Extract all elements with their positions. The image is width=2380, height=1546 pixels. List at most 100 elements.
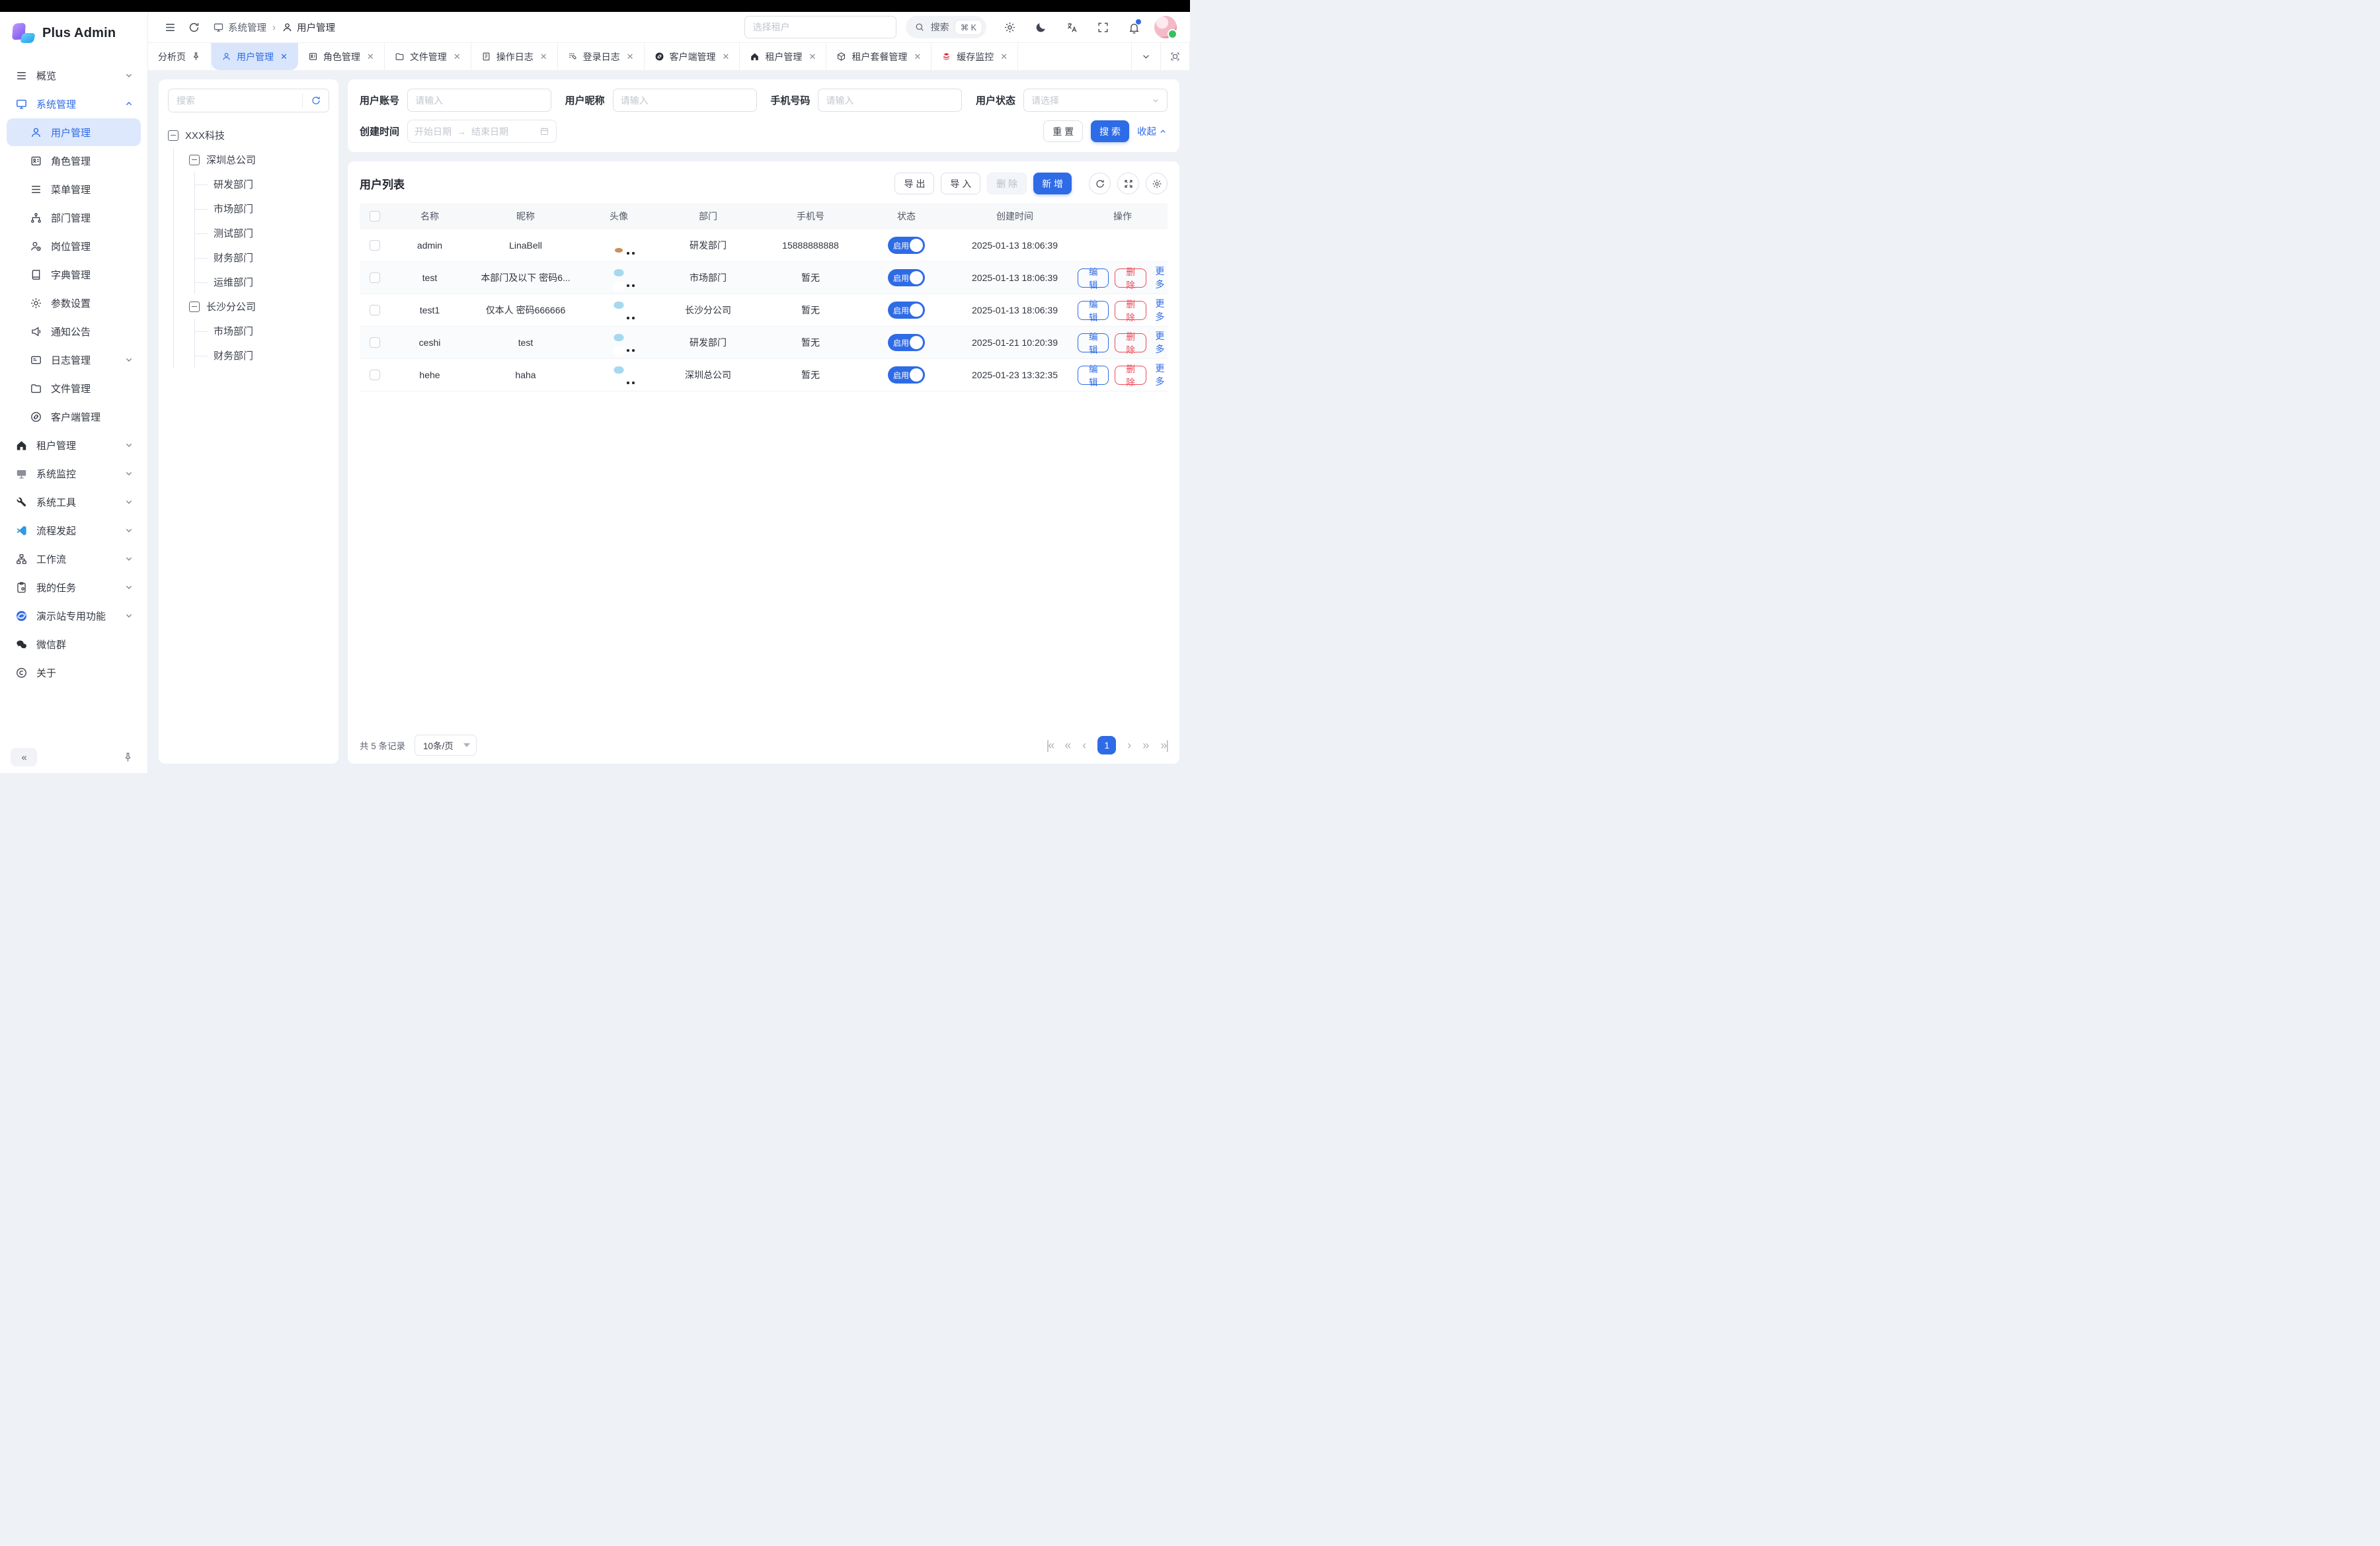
row-checkbox[interactable] (370, 370, 380, 380)
status-toggle[interactable]: 启用 (888, 366, 925, 384)
language-button[interactable] (1063, 19, 1080, 36)
account-input[interactable] (407, 89, 551, 112)
content-fullscreen-button[interactable] (1161, 43, 1190, 70)
sidebar-item-post-management[interactable]: 岗位管理 (7, 232, 141, 260)
sidebar-item-client-management[interactable]: 客户端管理 (7, 403, 141, 430)
tree-node-leaf[interactable]: 市场部门 (195, 319, 329, 343)
status-toggle[interactable]: 启用 (888, 302, 925, 319)
collapse-box-icon[interactable] (189, 155, 200, 165)
tree-node-leaf[interactable]: 市场部门 (195, 196, 329, 221)
close-icon[interactable]: ✕ (454, 52, 461, 62)
sidebar-item-about[interactable]: 关于 (7, 659, 141, 686)
edit-button[interactable]: 编 辑 (1078, 366, 1109, 385)
sidebar-pin-button[interactable] (118, 748, 137, 766)
prev-group-icon[interactable]: « (1064, 739, 1071, 751)
status-select[interactable]: 请选择 (1023, 89, 1168, 112)
row-checkbox[interactable] (370, 272, 380, 283)
sidebar-item-system-monitor[interactable]: 系统监控 (7, 460, 141, 487)
sidebar-item-wechat-group[interactable]: 微信群 (7, 630, 141, 658)
sidebar-item-system-management[interactable]: 系统管理 (7, 90, 141, 118)
edit-button[interactable]: 编 辑 (1078, 301, 1109, 320)
tree-node-branch[interactable]: 长沙分公司 (189, 294, 329, 319)
phone-input[interactable] (818, 89, 962, 112)
close-icon[interactable]: ✕ (809, 52, 816, 62)
tree-refresh-button[interactable] (302, 93, 329, 108)
last-page-icon[interactable]: »| (1160, 739, 1168, 751)
export-button[interactable]: 导 出 (894, 173, 934, 194)
prev-page-icon[interactable]: ‹ (1082, 739, 1086, 751)
close-icon[interactable]: ✕ (1000, 52, 1008, 62)
edit-button[interactable]: 编 辑 (1078, 333, 1109, 352)
close-icon[interactable]: ✕ (723, 52, 730, 62)
tab-client-management[interactable]: 客户端管理 ✕ (645, 43, 740, 70)
delete-button[interactable]: 删 除 (987, 173, 1027, 194)
close-icon[interactable]: ✕ (367, 52, 374, 62)
current-page[interactable]: 1 (1097, 736, 1116, 754)
tab-role-management[interactable]: 角色管理 ✕ (298, 43, 385, 70)
sidebar-item-menu-management[interactable]: 菜单管理 (7, 175, 141, 203)
sidebar-item-parameter-settings[interactable]: 参数设置 (7, 289, 141, 317)
first-page-icon[interactable]: |« (1047, 739, 1054, 751)
tab-tenant-management[interactable]: 租户管理 ✕ (740, 43, 826, 70)
global-search-button[interactable]: 搜索 ⌘ K (906, 16, 986, 38)
hamburger-button[interactable] (161, 19, 178, 36)
sidebar-item-demo-features[interactable]: 演示站专用功能 (7, 602, 141, 630)
collapse-filters-button[interactable]: 收起 (1137, 124, 1168, 138)
sidebar-item-system-tools[interactable]: 系统工具 (7, 488, 141, 516)
tree-node-leaf[interactable]: 财务部门 (195, 343, 329, 368)
row-checkbox[interactable] (370, 240, 380, 251)
tab-cache-monitor[interactable]: 缓存监控 ✕ (932, 43, 1018, 70)
tab-operation-log[interactable]: 操作日志 ✕ (471, 43, 558, 70)
tab-login-log[interactable]: 登录日志 ✕ (558, 43, 645, 70)
next-page-icon[interactable]: › (1127, 739, 1131, 751)
more-button[interactable]: 更多 (1152, 297, 1168, 323)
next-group-icon[interactable]: » (1142, 739, 1149, 751)
settings-button[interactable] (1001, 19, 1018, 36)
more-button[interactable]: 更多 (1152, 362, 1168, 388)
date-range-picker[interactable]: 开始日期 → 结束日期 (407, 120, 557, 143)
tab-user-management[interactable]: 用户管理 ✕ (212, 43, 298, 70)
sidebar-item-dictionary-management[interactable]: 字典管理 (7, 261, 141, 288)
row-checkbox[interactable] (370, 337, 380, 348)
tree-node-leaf[interactable]: 测试部门 (195, 221, 329, 245)
sidebar-item-file-management[interactable]: 文件管理 (7, 374, 141, 402)
status-toggle[interactable]: 启用 (888, 334, 925, 351)
app-logo[interactable]: Plus Admin (0, 12, 147, 54)
sidebar-item-notice[interactable]: 通知公告 (7, 317, 141, 345)
dark-mode-button[interactable] (1032, 19, 1049, 36)
sidebar-item-department-management[interactable]: 部门管理 (7, 204, 141, 231)
breadcrumb-section[interactable]: 系统管理 (213, 20, 266, 34)
sidebar-item-user-management[interactable]: 用户管理 (7, 118, 141, 146)
tab-tenant-package-management[interactable]: 租户套餐管理 ✕ (826, 43, 932, 70)
table-settings-button[interactable] (1146, 173, 1168, 194)
delete-button[interactable]: 删 除 (1115, 268, 1146, 288)
table-refresh-button[interactable] (1089, 173, 1111, 194)
page-size-select[interactable]: 10条/页 (415, 735, 477, 756)
notifications-button[interactable] (1125, 19, 1142, 36)
add-button[interactable]: 新 增 (1033, 173, 1072, 194)
sidebar-item-overview[interactable]: 概览 (7, 61, 141, 89)
table-fullscreen-button[interactable] (1117, 173, 1139, 194)
tabs-dropdown-button[interactable] (1132, 43, 1161, 70)
status-toggle[interactable]: 启用 (888, 269, 925, 286)
reset-button[interactable]: 重 置 (1043, 120, 1083, 142)
row-checkbox[interactable] (370, 305, 380, 315)
delete-button[interactable]: 删 除 (1115, 366, 1146, 385)
tab-file-management[interactable]: 文件管理 ✕ (385, 43, 471, 70)
close-icon[interactable]: ✕ (627, 52, 634, 62)
tree-node-leaf[interactable]: 运维部门 (195, 270, 329, 294)
sidebar-collapse-button[interactable]: « (11, 748, 37, 766)
close-icon[interactable]: ✕ (914, 52, 921, 62)
close-icon[interactable]: ✕ (540, 52, 547, 62)
tab-analysis[interactable]: 分析页 (148, 43, 212, 70)
tree-node-leaf[interactable]: 研发部门 (195, 172, 329, 196)
collapse-box-icon[interactable] (189, 302, 200, 312)
fullscreen-button[interactable] (1094, 19, 1111, 36)
more-button[interactable]: 更多 (1152, 264, 1168, 291)
sidebar-item-tenant-management[interactable]: 租户管理 (7, 431, 141, 459)
edit-button[interactable]: 编 辑 (1078, 268, 1109, 288)
sidebar-item-workflow[interactable]: 工作流 (7, 545, 141, 573)
status-toggle[interactable]: 启用 (888, 237, 925, 254)
delete-button[interactable]: 删 除 (1115, 301, 1146, 320)
tree-node-root[interactable]: XXX科技 (168, 123, 329, 147)
